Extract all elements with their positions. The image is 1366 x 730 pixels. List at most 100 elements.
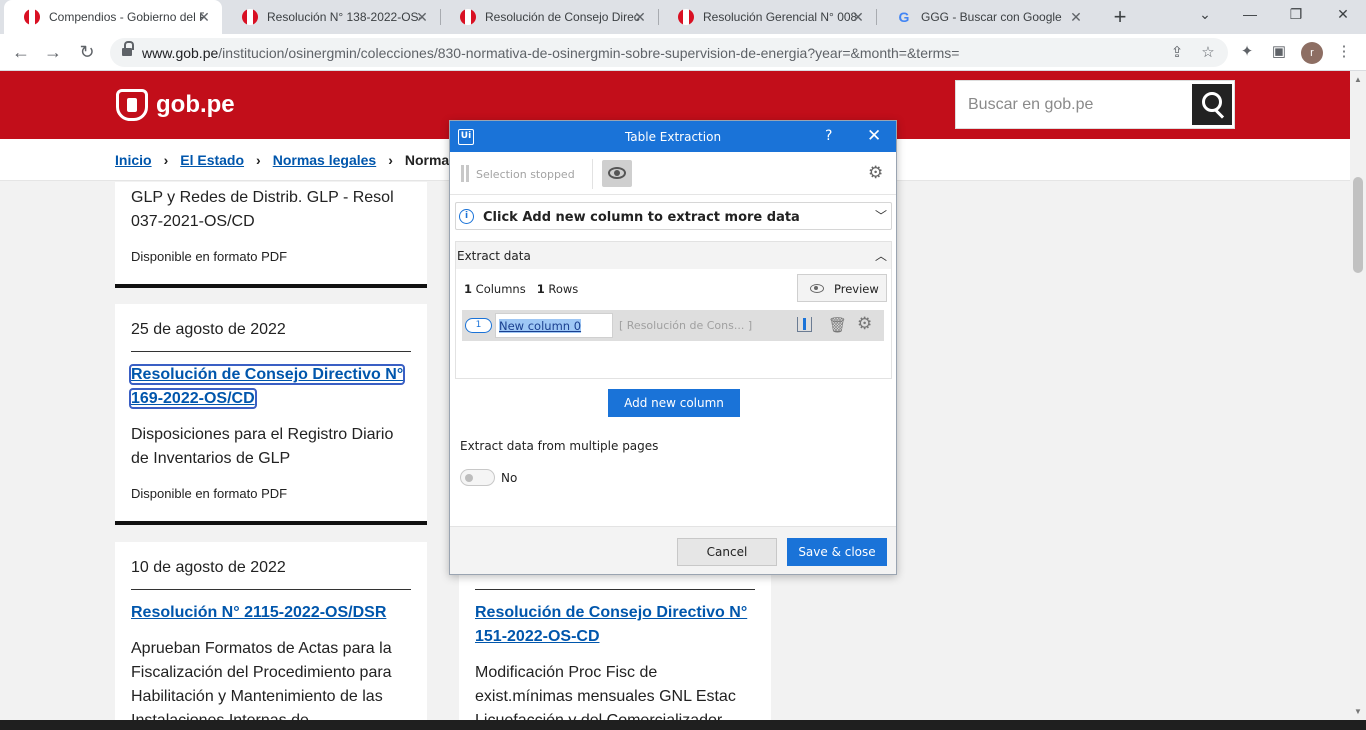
dialog-toolbar: Selection stopped ⚙ (450, 152, 896, 195)
tab-title: Resolución Gerencial N° 008-2022 (703, 10, 858, 24)
card-link-text[interactable]: Resolución de Consejo Directivo N° 169-2… (128, 364, 406, 409)
info-banner[interactable]: i Click Add new column to extract more d… (455, 202, 892, 230)
share-icon[interactable]: ⇪ (1167, 43, 1187, 61)
page-scrollbar[interactable]: ▲ ▼ (1350, 71, 1366, 720)
tab-compendios[interactable]: Compendios - Gobierno del Perú ✕ (4, 0, 222, 34)
close-icon[interactable]: ✕ (850, 9, 866, 26)
tab-title: Resolución de Consejo Directivo (485, 10, 640, 24)
card-link[interactable]: Resolución de Consejo Directivo N° 169-2… (128, 363, 411, 411)
breadcrumb-el-estado[interactable]: El Estado (180, 152, 244, 168)
tab-title: Compendios - Gobierno del Perú (49, 10, 204, 24)
close-icon[interactable]: ✕ (1068, 9, 1084, 26)
info-icon: i (459, 209, 474, 224)
logo-text: gob.pe (156, 91, 235, 118)
help-icon[interactable]: ? (825, 128, 832, 144)
gear-icon[interactable]: ⚙ (857, 314, 872, 334)
menu-icon[interactable]: ⋮ (1333, 42, 1355, 60)
gear-icon[interactable]: ⚙ (868, 163, 883, 183)
url-text: www.gob.pe/institucion/osinergmin/colecc… (142, 45, 960, 61)
card-divider (115, 284, 427, 288)
breadcrumb-normas-legales[interactable]: Normas legales (273, 152, 377, 168)
preview-button[interactable]: Preview (797, 274, 887, 302)
card-format: Disponible en formato PDF (131, 486, 288, 501)
coat-of-arms-icon (116, 89, 148, 121)
card-date: 10 de agosto de 2022 (131, 559, 286, 576)
extract-data-section: Extract data ︿ 1 Columns 1 Rows Preview … (455, 241, 892, 379)
card-description: Disposiciones para el Registro Diario de… (131, 426, 394, 467)
star-icon[interactable]: ☆ (1198, 43, 1218, 61)
section-header[interactable]: Extract data ︿ (456, 242, 891, 269)
column-row: 1 New column 0 [ Resolución de Cons... ]… (462, 310, 884, 341)
columns-count: 1 (464, 282, 473, 296)
edit-selector-icon[interactable] (797, 317, 812, 332)
chevron-right-icon: › (256, 152, 261, 168)
site-logo[interactable]: gob.pe (116, 89, 235, 121)
google-icon: G (898, 9, 910, 25)
eye-icon (810, 284, 824, 293)
peru-flag-icon (24, 9, 40, 25)
chevron-up-icon[interactable]: ︿ (875, 247, 887, 264)
url-field[interactable]: www.gob.pe/institucion/osinergmin/colecc… (110, 38, 1228, 67)
eye-icon[interactable] (602, 160, 632, 187)
lock-icon (122, 41, 134, 57)
column-sample-value: [ Resolución de Cons... ] (619, 319, 753, 332)
column-name-input[interactable]: New column 0 (495, 313, 613, 338)
extensions-icon[interactable]: ✦ (1236, 42, 1258, 60)
search-button[interactable] (1192, 84, 1232, 125)
breadcrumb-inicio[interactable]: Inicio (115, 152, 152, 168)
scroll-down-icon[interactable]: ▼ (1354, 707, 1362, 716)
site-search: Buscar en gob.pe (955, 80, 1235, 129)
card-link[interactable]: Resolución de Consejo Directivo N° 151-2… (475, 601, 755, 649)
info-text: Click Add new column to extract more dat… (483, 210, 800, 225)
scrollbar-thumb[interactable] (1353, 177, 1363, 273)
save-close-button[interactable]: Save & close (787, 538, 887, 566)
card-rule (131, 589, 411, 590)
reload-icon[interactable]: ↻ (75, 40, 99, 64)
close-icon[interactable]: ✕ (632, 9, 648, 26)
forward-icon[interactable]: → (41, 40, 65, 64)
card-description: GLP y Redes de Distrib. GLP - Resol 037-… (131, 189, 394, 230)
cancel-button[interactable]: Cancel (677, 538, 777, 566)
add-new-column-button[interactable]: Add new column (608, 389, 740, 417)
multi-page-label: Extract data from multiple pages (460, 439, 659, 453)
chevron-right-icon: › (163, 152, 169, 168)
taskbar (0, 720, 1366, 730)
toolbar-divider (592, 159, 593, 189)
close-icon[interactable]: ✕ (414, 9, 430, 26)
trash-icon[interactable]: 🗑 (828, 316, 847, 334)
chevron-down-icon[interactable]: ﹀ (875, 207, 887, 224)
card-date: 25 de agosto de 2022 (131, 321, 286, 338)
window-close-icon[interactable]: ✕ (1333, 6, 1353, 23)
address-bar: ← → ↻ www.gob.pe/institucion/osinergmin/… (0, 34, 1366, 71)
section-title: Extract data (457, 249, 531, 263)
restore-icon[interactable]: ❐ (1286, 6, 1306, 23)
rows-count: 1 (536, 282, 545, 296)
search-input[interactable]: Buscar en gob.pe (968, 96, 1093, 114)
rows-label: Rows (548, 282, 579, 296)
preview-label: Preview (834, 282, 879, 296)
chevron-down-icon[interactable]: ⌄ (1195, 6, 1215, 23)
tab-google[interactable]: G GGG - Buscar con Google ✕ (876, 0, 1094, 34)
card-link[interactable]: Resolución N° 2115-2022-OS/DSR (131, 601, 411, 625)
pause-icon[interactable] (461, 165, 469, 182)
side-panel-icon[interactable]: ▣ (1268, 42, 1290, 60)
norm-card: 25 de agosto de 2022 Resolución de Conse… (115, 304, 427, 525)
norm-card: 10 de agosto de 2022 Resolución N° 2115-… (115, 542, 427, 720)
tab-resolucion-138[interactable]: Resolución N° 138-2022-OS-DSR ✕ (222, 0, 440, 34)
tab-strip: Compendios - Gobierno del Perú ✕ Resoluc… (0, 0, 1366, 34)
close-icon[interactable]: ✕ (867, 126, 881, 146)
avatar[interactable]: r (1301, 42, 1323, 64)
back-icon[interactable]: ← (9, 40, 33, 64)
multi-page-toggle[interactable] (460, 469, 495, 486)
card-rule (475, 589, 755, 590)
scroll-up-icon[interactable]: ▲ (1354, 75, 1362, 84)
tab-resolucion-gerencial[interactable]: Resolución Gerencial N° 008-2022 ✕ (658, 0, 876, 34)
breadcrumb-current: Norma (404, 152, 450, 168)
new-tab-icon[interactable]: + (1108, 4, 1132, 30)
close-icon[interactable]: ✕ (196, 9, 212, 26)
chevron-right-icon: › (388, 152, 393, 168)
minimize-icon[interactable]: — (1240, 6, 1260, 22)
card-rule (131, 351, 411, 352)
tab-resolucion-consejo[interactable]: Resolución de Consejo Directivo ✕ (440, 0, 658, 34)
norm-card: GLP y Redes de Distrib. GLP - Resol 037-… (115, 182, 427, 288)
